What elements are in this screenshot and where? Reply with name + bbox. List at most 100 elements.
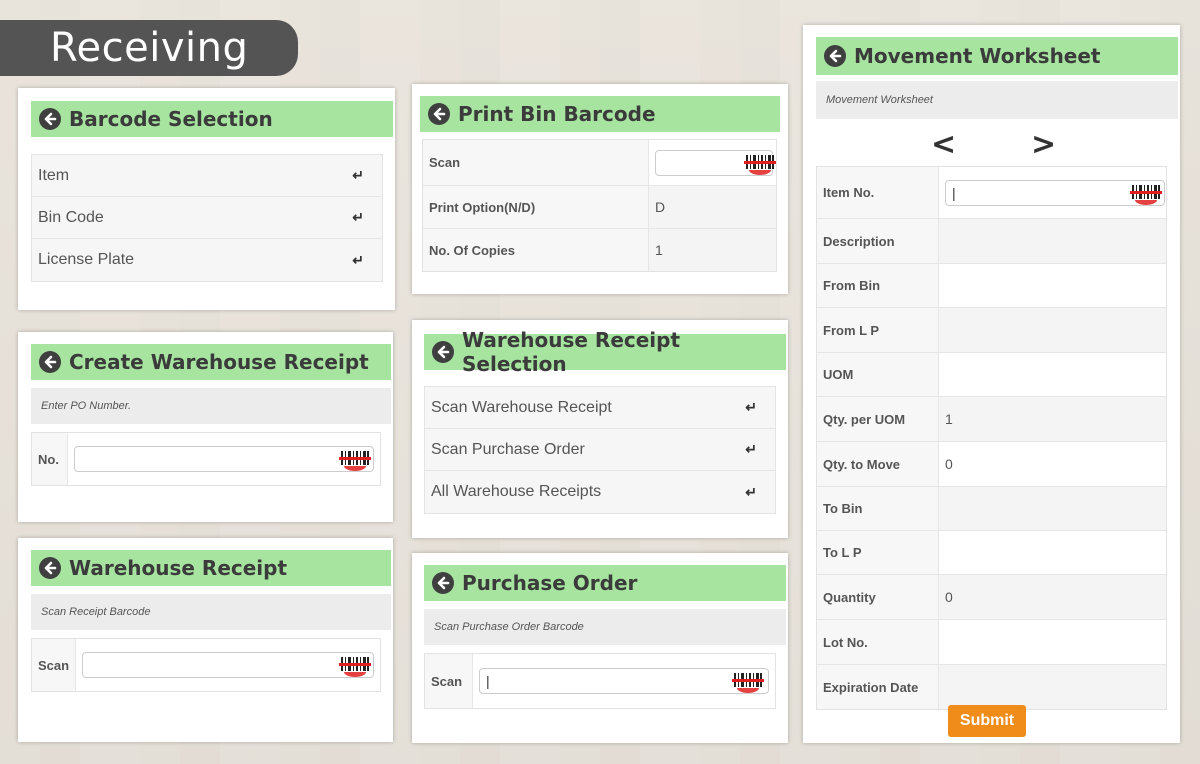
menu-item-label: Bin Code — [38, 208, 104, 226]
to-bin-label: To Bin — [817, 487, 939, 530]
create-warehouse-receipt-title: Create Warehouse Receipt — [69, 350, 369, 374]
warehouse-receipt-selection-header[interactable]: Warehouse Receipt Selection — [424, 328, 786, 376]
create-warehouse-receipt-header[interactable]: Create Warehouse Receipt — [31, 344, 391, 380]
print-option-label: Print Option(N/D) — [423, 186, 649, 228]
scan-label: Scan — [423, 140, 649, 185]
uom-value[interactable] — [939, 353, 1166, 396]
enter-return-icon: ↵ — [745, 399, 757, 415]
menu-item-scan-purchase-order[interactable]: Scan Purchase Order ↵ — [425, 429, 775, 471]
receipt-scan-label: Scan — [32, 639, 76, 691]
purchase-order-panel: Purchase Order Scan Purchase Order Barco… — [412, 553, 788, 743]
receipt-scan-form: Scan — [31, 638, 381, 692]
copies-value[interactable]: 1 — [649, 229, 776, 271]
print-bin-barcode-panel: Print Bin Barcode Scan Print Option(N/D)… — [412, 84, 788, 294]
back-arrow-icon[interactable] — [39, 557, 61, 579]
to-lp-value[interactable] — [939, 531, 1166, 574]
warehouse-receipt-selection-title: Warehouse Receipt Selection — [462, 328, 681, 376]
back-arrow-icon[interactable] — [39, 351, 61, 373]
qty-per-uom-value[interactable]: 1 — [939, 397, 1166, 441]
copies-label: No. Of Copies — [423, 229, 649, 271]
po-scan-input[interactable]: | — [479, 668, 769, 694]
previous-chevron-icon[interactable]: < — [931, 127, 956, 162]
movement-worksheet-form: Item No. | Description From Bin From L P — [816, 166, 1167, 710]
barcode-selection-list: Item ↵ Bin Code ↵ License Plate ↵ — [31, 154, 383, 282]
lot-no-label: Lot No. — [817, 620, 939, 664]
quantity-value[interactable]: 0 — [939, 575, 1166, 619]
menu-item-scan-warehouse-receipt[interactable]: Scan Warehouse Receipt ↵ — [425, 387, 775, 429]
menu-item-item[interactable]: Item ↵ — [32, 155, 382, 197]
enter-return-icon: ↵ — [352, 251, 364, 268]
barcode-scanner-icon[interactable] — [1129, 181, 1163, 205]
back-arrow-icon[interactable] — [824, 45, 846, 67]
enter-return-icon: ↵ — [745, 441, 757, 457]
from-bin-label: From Bin — [817, 264, 939, 307]
menu-item-all-warehouse-receipts[interactable]: All Warehouse Receipts ↵ — [425, 471, 775, 513]
menu-item-label: License Plate — [38, 251, 135, 268]
quantity-label: Quantity — [817, 575, 939, 619]
purchase-order-subtitle: Scan Purchase Order Barcode — [424, 609, 786, 645]
print-bin-barcode-title: Print Bin Barcode — [458, 102, 656, 126]
print-bin-barcode-header[interactable]: Print Bin Barcode — [420, 96, 780, 132]
back-arrow-icon[interactable] — [428, 103, 450, 125]
purchase-order-header[interactable]: Purchase Order — [424, 565, 786, 601]
print-option-value[interactable]: D — [649, 186, 776, 228]
movement-worksheet-header[interactable]: Movement Worksheet — [816, 37, 1178, 75]
from-lp-label: From L P — [817, 308, 939, 352]
submit-button[interactable]: Submit — [948, 705, 1026, 737]
lot-no-value[interactable] — [939, 620, 1166, 664]
warehouse-receipt-header[interactable]: Warehouse Receipt — [31, 550, 391, 586]
back-arrow-icon[interactable] — [432, 341, 454, 363]
create-warehouse-receipt-subtitle: Enter PO Number. — [31, 388, 391, 424]
barcode-scanner-icon[interactable] — [731, 669, 765, 693]
uom-label: UOM — [817, 353, 939, 396]
description-label: Description — [817, 219, 939, 263]
warehouse-receipt-selection-panel: Warehouse Receipt Selection Scan Warehou… — [412, 320, 788, 538]
purchase-order-title: Purchase Order — [462, 571, 638, 595]
purchase-order-scan-form: Scan | — [424, 653, 776, 709]
po-number-input[interactable] — [74, 446, 374, 472]
expiration-date-value[interactable] — [939, 665, 1166, 709]
movement-worksheet-title: Movement Worksheet — [854, 44, 1101, 68]
enter-return-icon: ↵ — [352, 209, 364, 225]
barcode-scanner-icon[interactable] — [338, 653, 372, 677]
menu-item-label: Item — [38, 166, 70, 184]
expiration-date-label: Expiration Date — [817, 665, 939, 709]
create-warehouse-receipt-panel: Create Warehouse Receipt Enter PO Number… — [18, 332, 393, 522]
back-arrow-icon[interactable] — [432, 572, 454, 594]
menu-item-label: Scan Purchase Order — [431, 440, 585, 458]
enter-return-icon: ↵ — [745, 483, 757, 500]
movement-worksheet-panel: Movement Worksheet Movement Worksheet < … — [803, 25, 1180, 743]
barcode-selection-panel: Barcode Selection Item ↵ Bin Code ↵ Lice… — [18, 88, 395, 310]
barcode-scanner-icon[interactable] — [338, 447, 372, 471]
menu-item-label: Scan Warehouse Receipt — [431, 398, 612, 416]
barcode-selection-header[interactable]: Barcode Selection — [31, 101, 393, 137]
back-arrow-icon[interactable] — [39, 108, 61, 130]
barcode-selection-title: Barcode Selection — [69, 107, 273, 131]
description-value[interactable] — [939, 219, 1166, 263]
qty-to-move-value[interactable]: 0 — [939, 442, 1166, 486]
warehouse-receipt-title: Warehouse Receipt — [69, 556, 288, 580]
menu-item-bin-code[interactable]: Bin Code ↵ — [32, 197, 382, 239]
page-title: Receiving — [0, 20, 298, 76]
from-lp-value[interactable] — [939, 308, 1166, 352]
po-number-form: No. — [31, 432, 381, 486]
qty-per-uom-label: Qty. per UOM — [817, 397, 939, 441]
barcode-scanner-icon[interactable] — [743, 151, 777, 175]
item-no-label: Item No. — [817, 167, 939, 218]
po-number-label: No. — [32, 433, 68, 485]
movement-worksheet-subtitle: Movement Worksheet — [816, 81, 1178, 119]
menu-item-label: All Warehouse Receipts — [431, 483, 602, 500]
to-lp-label: To L P — [817, 531, 939, 574]
to-bin-value[interactable] — [939, 487, 1166, 530]
next-chevron-icon[interactable]: > — [1031, 127, 1056, 162]
from-bin-value[interactable] — [939, 264, 1166, 307]
enter-return-icon: ↵ — [352, 167, 364, 183]
po-scan-label: Scan — [425, 654, 473, 708]
qty-to-move-label: Qty. to Move — [817, 442, 939, 486]
warehouse-receipt-selection-list: Scan Warehouse Receipt ↵ Scan Purchase O… — [424, 386, 776, 514]
warehouse-receipt-panel: Warehouse Receipt Scan Receipt Barcode S… — [18, 538, 393, 742]
print-bin-barcode-form: Scan Print Option(N/D) D No. Of Copies 1 — [422, 139, 777, 272]
warehouse-receipt-subtitle: Scan Receipt Barcode — [31, 594, 391, 630]
receipt-scan-input[interactable] — [82, 652, 374, 678]
menu-item-license-plate[interactable]: License Plate ↵ — [32, 239, 382, 281]
